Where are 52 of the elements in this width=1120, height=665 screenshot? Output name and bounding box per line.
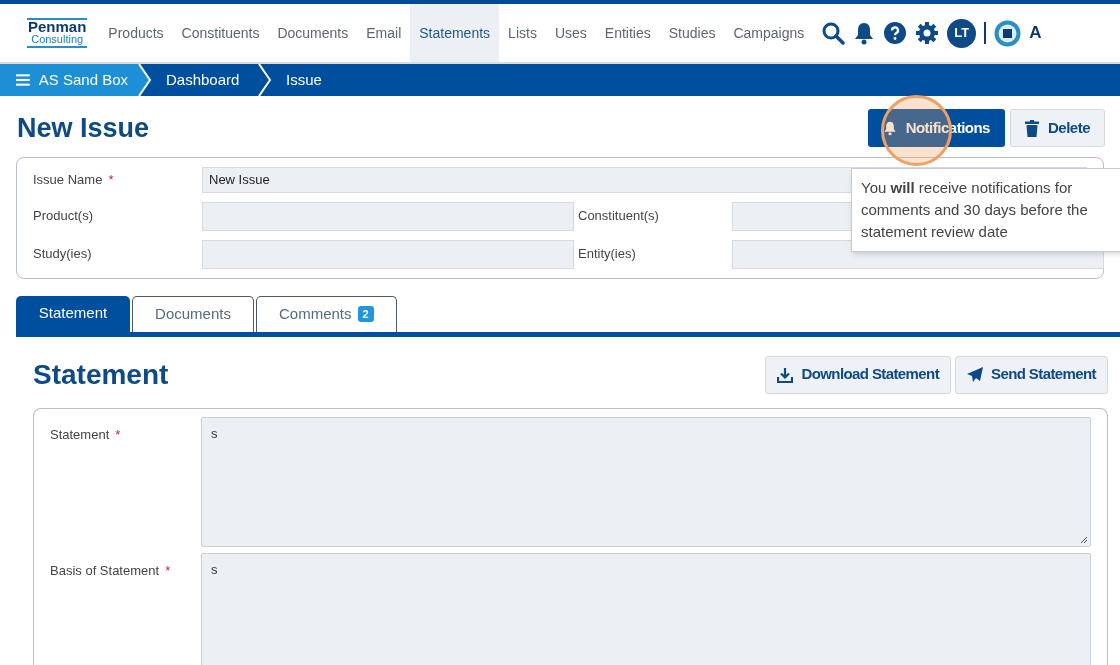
breadcrumb-item[interactable]: Dashboard [152,64,258,96]
input-field[interactable] [202,239,574,269]
nav-link[interactable]: Entities [595,4,660,62]
nav-link[interactable]: Email [357,4,411,62]
bell-icon [882,120,897,137]
user-avatar[interactable]: LT [947,18,977,48]
chevron-separator-icon [138,64,152,96]
nav-link[interactable]: Studies [659,4,725,62]
help-icon[interactable] [883,21,908,45]
nav-link[interactable]: Lists [499,4,546,62]
breadcrumb-item[interactable]: Issue [272,64,322,96]
required-mark: * [115,426,121,442]
search-icon[interactable] [821,21,846,45]
input-field[interactable] [202,201,574,231]
tooltip: You will receive notifications for comments and 30 days before the statement review date [851,168,1120,252]
tab[interactable]: Comments 2 [256,295,397,332]
required-mark: * [165,562,171,578]
app-logo-icon[interactable] [994,19,1022,47]
send-icon [967,366,984,383]
settings-icon[interactable] [915,21,940,45]
field-label: Issue Name * [33,170,115,189]
text-area[interactable]: s [201,552,1091,665]
tab[interactable]: Statement [16,295,130,332]
nav-link[interactable]: Campaigns [724,4,814,62]
delete-button[interactable]: Delete [1009,109,1105,148]
field-label: Statement * [50,425,122,444]
account-name[interactable]: A [1029,20,1042,46]
nav-link[interactable]: Constituents [172,4,269,62]
page-title: New Issue [17,112,150,145]
nav-link[interactable]: Products [99,4,173,62]
field-label: Constituent(s) [578,207,660,226]
required-mark: * [108,171,114,187]
count-badge: 2 [357,306,374,322]
bell-icon[interactable] [853,21,876,45]
tab[interactable]: Documents [132,295,254,332]
nav-link[interactable]: Statements [410,4,500,62]
company-logo[interactable]: Penman Consulting [27,18,88,48]
field-label: Study(ies) [33,245,93,264]
section-title: Statement [33,357,169,392]
chevron-separator-icon [258,64,272,96]
send-button[interactable]: Send Statement [955,355,1108,394]
nav-link[interactable]: Documents [268,4,358,62]
resize-handle-icon[interactable] [1080,535,1088,544]
field-label: Basis of Statement * [50,561,172,580]
trash-icon [1024,119,1039,137]
menu-icon[interactable] [16,73,30,87]
nav-link[interactable]: Uses [545,4,596,62]
download-button[interactable]: Download Statement [765,355,952,394]
field-label: Entity(ies) [578,245,637,264]
download-icon [777,366,794,383]
field-label: Product(s) [33,207,94,226]
text-area[interactable]: s [201,416,1091,547]
